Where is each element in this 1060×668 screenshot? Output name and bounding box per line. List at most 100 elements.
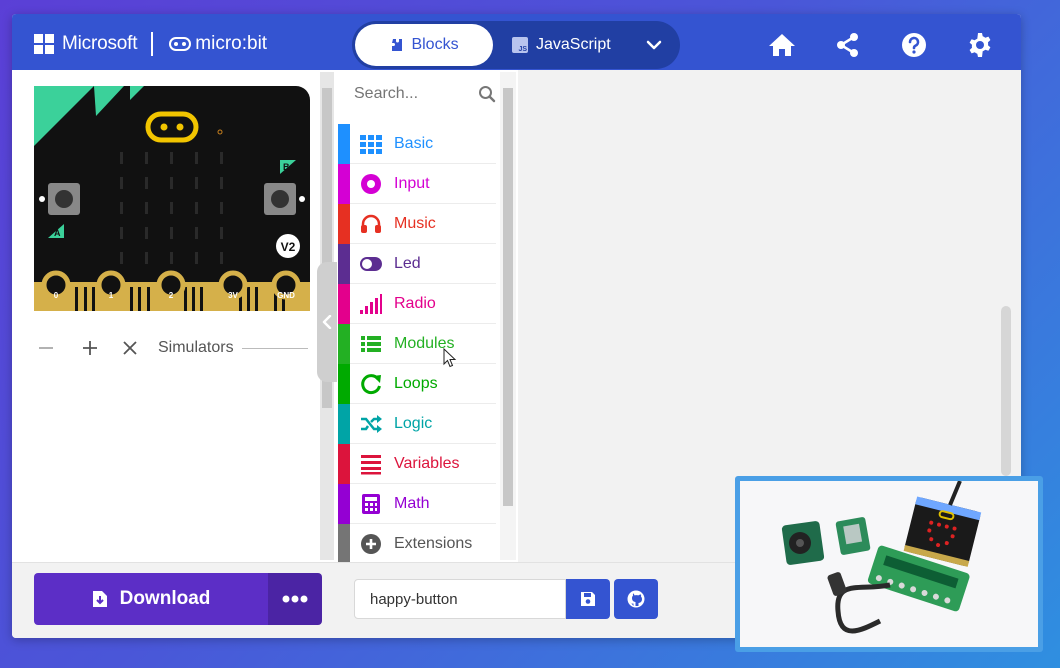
category-music[interactable]: Music [338,204,496,244]
collapse-simulator-button[interactable] [317,262,337,382]
search-icon[interactable] [478,85,496,103]
minus-icon[interactable] [34,336,58,360]
category-color-bar [338,204,350,244]
workspace-scrollbar[interactable] [1001,306,1011,476]
category-logic[interactable]: Logic [338,404,496,444]
chevron-down-icon[interactable] [644,35,664,55]
webcam-overlay [735,476,1043,652]
simulator-divider [241,347,308,349]
microbit-face-icon [169,37,192,51]
microbit-simulator-board[interactable]: A B V2 0 1 2 3V GND [34,86,310,311]
category-color-bar [338,404,350,444]
list-lines-icon [361,455,381,475]
more-dots-icon [282,595,308,603]
plus-icon[interactable] [78,336,102,360]
top-header: Microsoft micro:bit Blocks JS JavaScript [12,14,1021,70]
puzzle-piece-icon [392,39,403,51]
download-button[interactable]: Download [34,573,268,625]
editor-toggle: Blocks JS JavaScript [352,21,680,69]
category-color-bar [338,324,350,364]
brand[interactable]: Microsoft micro:bit [34,32,267,56]
category-led[interactable]: Led [338,244,496,284]
toolbox: Basic Input Music Led [338,70,516,564]
category-label: Led [394,255,421,272]
category-label: Variables [394,455,460,472]
headphones-icon [361,214,381,233]
github-button[interactable] [614,579,658,619]
tab-blocks[interactable]: Blocks [355,24,493,66]
tab-javascript-label: JavaScript [536,36,611,53]
category-basic[interactable]: Basic [338,124,496,164]
category-color-bar [338,524,350,564]
button-a-label: A [54,228,61,238]
simulator-panel: A B V2 0 1 2 3V GND Simulators [12,70,320,564]
download-file-icon [92,591,107,607]
pin-2-label: 2 [169,291,174,300]
category-color-bar [338,164,350,204]
home-icon[interactable] [768,31,796,59]
hardware-photo [740,481,1038,647]
category-color-bar [338,364,350,404]
tab-blocks-label: Blocks [411,36,459,53]
product-name: micro:bit [195,33,268,54]
project-name-input[interactable] [354,579,566,619]
category-modules[interactable]: Modules [338,324,496,364]
category-math[interactable]: Math [338,484,496,524]
category-label: Logic [394,415,433,432]
calculator-icon [362,494,380,514]
category-label: Basic [394,135,434,152]
floppy-disk-icon [581,592,595,606]
category-variables[interactable]: Variables [338,444,496,484]
category-label: Radio [394,295,436,312]
simulator-toolbar: Simulators [34,336,308,360]
category-color-bar [338,444,350,484]
grid-icon [360,135,382,154]
category-label: Loops [394,375,438,392]
close-icon[interactable] [118,336,142,360]
mouse-cursor-icon [443,348,457,368]
category-radio[interactable]: Radio [338,284,496,324]
toolbox-scrollbar[interactable] [500,72,516,560]
toggle-icon [360,257,382,271]
pin-1-label: 1 [109,291,114,300]
category-color-bar [338,484,350,524]
more-options-button[interactable] [268,573,322,625]
share-icon[interactable] [834,31,862,59]
modules-icon [361,336,381,352]
webcam-video-frame [740,481,1038,647]
signal-bars-icon [360,294,382,314]
category-input[interactable]: Input [338,164,496,204]
save-button[interactable] [566,579,610,619]
search-input[interactable] [354,85,474,103]
category-extensions[interactable]: Extensions [338,524,496,564]
category-color-bar [338,124,350,164]
chevron-left-icon [322,315,332,329]
help-icon[interactable] [900,31,928,59]
simulators-label: Simulators [158,339,234,356]
category-label: Math [394,495,430,512]
category-label: Extensions [394,535,473,552]
microsoft-logo-icon [34,34,54,54]
tab-javascript[interactable]: JS JavaScript [512,24,642,66]
shuffle-icon [361,415,382,433]
toolbox-search [338,76,496,112]
brand-divider [151,32,154,56]
category-loops[interactable]: Loops [338,364,496,404]
category-label: Music [394,215,436,232]
pin-gnd-label: GND [277,291,295,300]
input-circle-icon [361,174,381,194]
download-label: Download [119,588,211,609]
category-color-bar [338,284,350,324]
javascript-file-icon: JS [512,37,528,53]
category-label: Input [394,175,430,192]
pin-3v-label: 3V [228,291,238,300]
js-badge: JS [518,46,527,53]
settings-gear-icon[interactable] [966,31,994,59]
microbit-logo: micro:bit [169,33,267,55]
plus-circle-icon [361,534,381,554]
toolbox-scroll-thumb[interactable] [503,88,513,506]
loop-arrow-icon [361,374,381,395]
category-color-bar [338,244,350,284]
v2-badge-label: V2 [281,240,296,254]
pin-0-label: 0 [54,291,59,300]
